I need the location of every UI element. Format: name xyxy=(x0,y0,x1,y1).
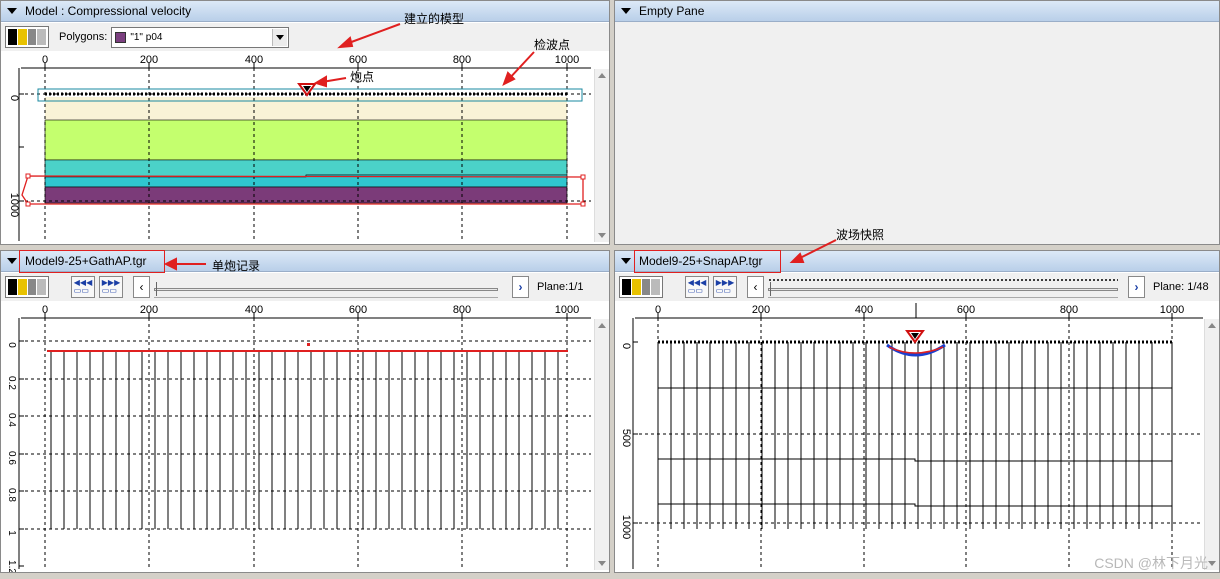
gather-y-tick: 0.4 xyxy=(6,413,17,427)
annotation-model-built: 建立的模型 xyxy=(404,12,465,26)
model-vertical-scrollbar[interactable] xyxy=(594,69,609,242)
gather-x-tick: 400 xyxy=(245,304,263,316)
polygons-label: Polygons: xyxy=(59,31,108,43)
snapshot-y-tick: 0 xyxy=(620,343,632,349)
gather-y-tick: 1.2 xyxy=(6,560,17,572)
plane-counter: Plane: 1/48 xyxy=(1153,281,1209,293)
annotation-single-shot: 单炮记录 xyxy=(212,259,261,273)
snapshot-x-axis: 0 200 400 600 800 1000 xyxy=(635,303,1203,319)
gather-canvas[interactable]: 0 200 400 600 800 1000 0 0.2 0.4 0.6 0.8… xyxy=(1,301,595,572)
collapse-triangle-icon[interactable] xyxy=(7,8,17,14)
polygons-select[interactable]: "1" p04 xyxy=(111,26,290,48)
chevron-down-icon[interactable] xyxy=(272,28,288,46)
model-canvas[interactable]: 0 200 400 600 800 1000 0 1000 xyxy=(1,51,595,244)
annotation-shot-point: 炮点 xyxy=(350,70,375,84)
model-y-tick: 1000 xyxy=(8,193,20,217)
model-layer-3[interactable] xyxy=(44,159,568,178)
rewind-button[interactable]: ◀◀◀ ▭▭ xyxy=(685,276,709,298)
plane-slider[interactable] xyxy=(154,276,498,298)
next-plane-button[interactable]: › xyxy=(1128,276,1145,298)
model-layer-1[interactable] xyxy=(45,97,567,120)
gather-x-axis: 0 200 400 600 800 1000 xyxy=(21,304,591,319)
gather-x-tick: 600 xyxy=(349,304,367,316)
slider-ticks xyxy=(768,278,1118,282)
gather-vertical-scrollbar[interactable] xyxy=(594,319,609,570)
empty-pane-titlebar[interactable]: Empty Pane xyxy=(615,1,1219,22)
snapshot-x-tick: 1000 xyxy=(1160,304,1184,316)
gather-x-tick: 800 xyxy=(453,304,471,316)
gather-y-tick: 0.6 xyxy=(6,451,17,465)
slider-thumb[interactable] xyxy=(156,282,164,296)
gather-toolbar: ◀◀◀ ▭▭ ▶▶▶ ▭▭ ‹ › Plane:1/1 xyxy=(1,273,609,301)
gather-traces xyxy=(50,351,559,529)
model-toolbar: Polygons: "1" p04 xyxy=(1,23,609,51)
gather-y-tick: 0 xyxy=(6,342,17,348)
model-x-tick: 1000 xyxy=(555,54,579,66)
shot-marker xyxy=(307,343,310,346)
model-x-axis: 0 200 400 600 800 1000 xyxy=(21,54,591,69)
snapshot-x-tick: 400 xyxy=(855,304,873,316)
snapshot-title-highlight xyxy=(634,250,781,273)
polygon-selected-value: "1" p04 xyxy=(130,31,163,43)
snapshot-vertical-scrollbar[interactable] xyxy=(1204,319,1219,570)
gather-x-tick: 200 xyxy=(140,304,158,316)
annotation-snapshot: 波场快照 xyxy=(836,228,885,242)
model-x-tick: 0 xyxy=(42,54,48,66)
fast-forward-button[interactable]: ▶▶▶ ▭▭ xyxy=(99,276,123,298)
model-layer-2[interactable] xyxy=(44,119,568,161)
gather-y-tick: 1 xyxy=(6,530,17,536)
gather-x-tick: 1000 xyxy=(555,304,579,316)
gather-grid xyxy=(19,318,591,569)
model-y-tick: 0 xyxy=(8,95,20,101)
collapse-triangle-icon[interactable] xyxy=(621,258,631,264)
plane-slider[interactable] xyxy=(768,276,1118,298)
slider-track xyxy=(154,288,498,291)
previous-plane-button[interactable]: ‹ xyxy=(747,276,764,298)
watermark: CSDN @林下月光 xyxy=(1094,555,1208,571)
snapshot-y-axis: 0 500 1000 xyxy=(620,318,638,569)
gather-y-tick: 0.8 xyxy=(6,488,17,502)
snapshot-pane: Model9-25+SnapAP.tgr ◀◀◀ ▭▭ ▶▶▶ ▭▭ ‹ › Pla… xyxy=(614,250,1220,573)
color-palette-button[interactable] xyxy=(619,276,663,298)
color-palette-button[interactable] xyxy=(5,276,49,298)
snapshot-y-tick: 500 xyxy=(620,429,632,447)
plane-counter: Plane:1/1 xyxy=(537,281,584,293)
model-x-tick: 600 xyxy=(349,54,367,66)
model-pane-titlebar[interactable]: Model : Compressional velocity xyxy=(1,1,609,22)
next-plane-button[interactable]: › xyxy=(512,276,529,298)
snapshot-interfaces xyxy=(658,387,1172,507)
polygon-color-swatch xyxy=(115,31,127,43)
snapshot-receivers xyxy=(657,342,1173,529)
slider-track xyxy=(768,288,1118,291)
gather-y-tick: 0.2 xyxy=(6,376,17,390)
slider-thumb[interactable] xyxy=(770,282,778,296)
snapshot-x-tick: 800 xyxy=(1060,304,1078,316)
model-pane: Model : Compressional velocity Polygons:… xyxy=(0,0,610,245)
color-palette-button[interactable] xyxy=(5,26,49,48)
annotation-receivers: 检波点 xyxy=(534,38,571,52)
slider-ticks xyxy=(154,278,498,282)
snapshot-x-tick: 600 xyxy=(957,304,975,316)
collapse-triangle-icon[interactable] xyxy=(621,8,631,14)
model-x-tick: 400 xyxy=(245,54,263,66)
snapshot-x-tick: 0 xyxy=(655,304,661,316)
empty-pane: Empty Pane xyxy=(614,0,1220,245)
empty-pane-title: Empty Pane xyxy=(639,4,705,18)
gather-x-tick: 0 xyxy=(42,304,48,316)
rewind-button[interactable]: ◀◀◀ ▭▭ xyxy=(71,276,95,298)
model-x-tick: 200 xyxy=(140,54,158,66)
gather-title-highlight xyxy=(19,250,165,273)
snapshot-y-tick: 1000 xyxy=(620,515,632,539)
gather-pane: Model9-25+GathAP.tgr ◀◀◀ ▭▭ ▶▶▶ ▭▭ ‹ › Pla… xyxy=(0,250,610,573)
snapshot-x-tick: 200 xyxy=(752,304,770,316)
model-pane-title: Model : Compressional velocity xyxy=(25,4,192,18)
previous-plane-button[interactable]: ‹ xyxy=(133,276,150,298)
fast-forward-button[interactable]: ▶▶▶ ▭▭ xyxy=(713,276,737,298)
snapshot-canvas[interactable]: 0 200 400 600 800 1000 0 500 1000 xyxy=(615,301,1205,572)
collapse-triangle-icon[interactable] xyxy=(7,258,17,264)
gather-y-axis: 0 0.2 0.4 0.6 0.8 1 1.2 xyxy=(6,318,24,572)
model-x-tick: 800 xyxy=(453,54,471,66)
snapshot-toolbar: ◀◀◀ ▭▭ ▶▶▶ ▭▭ ‹ › Plane: 1/48 xyxy=(615,273,1219,301)
